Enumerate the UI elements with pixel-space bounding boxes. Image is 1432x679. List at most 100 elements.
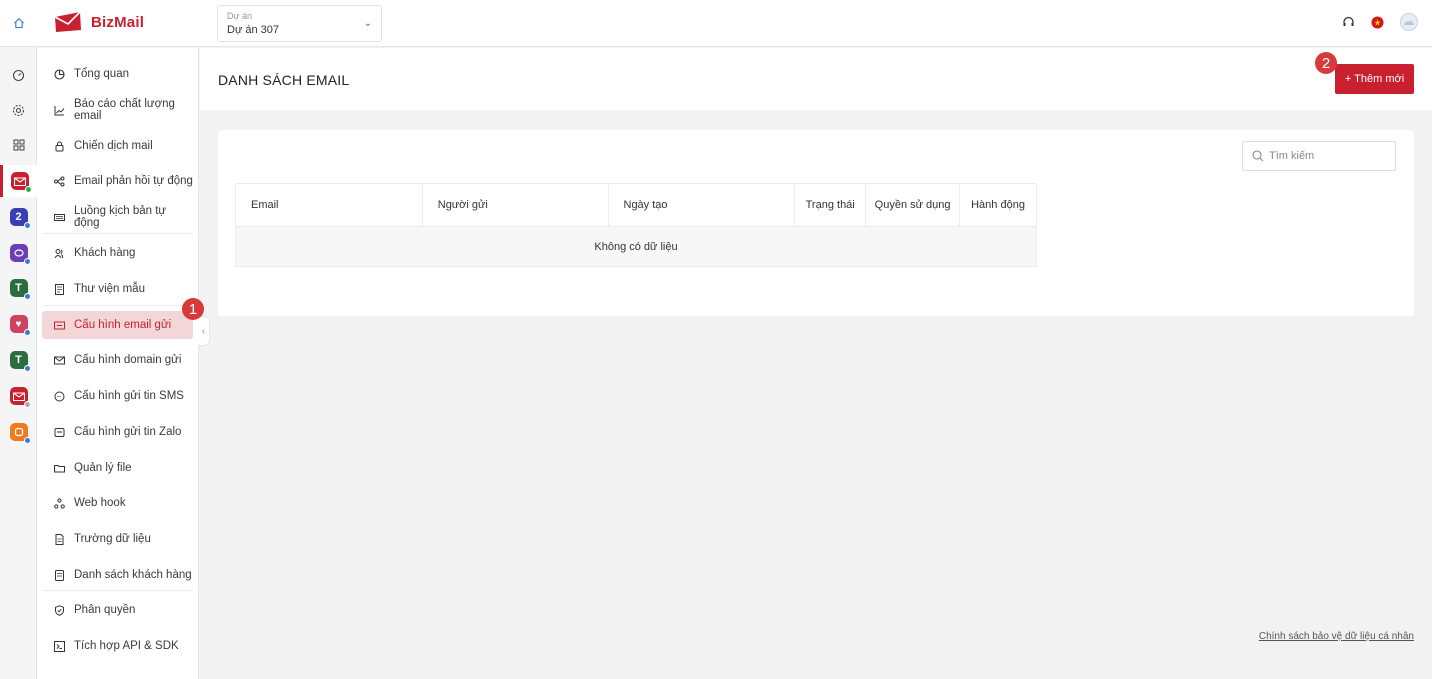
- sidebar-item-data-fields[interactable]: Trường dữ liệu: [42, 525, 193, 553]
- sidebar-item-label: Báo cáo chất lượng email: [74, 98, 175, 122]
- project-select[interactable]: Dự án Dự án 307 ⌄: [217, 5, 382, 42]
- sidebar-item-auto-scenario[interactable]: Luồng kịch bản tự động: [42, 203, 193, 231]
- rail-app-2[interactable]: 2: [0, 201, 37, 233]
- rail-apps[interactable]: [0, 129, 37, 161]
- sidebar-item-label: Trường dữ liệu: [74, 533, 151, 545]
- sidebar-item-file-manager[interactable]: Quản lý file: [42, 454, 193, 482]
- sidebar-item-overview[interactable]: Tổng quan: [42, 60, 193, 88]
- logo-text-biz: Biz: [91, 13, 115, 31]
- column-header-sender[interactable]: Người gửi: [422, 183, 609, 227]
- rail-app-7[interactable]: [0, 380, 37, 412]
- home-button[interactable]: [0, 0, 37, 47]
- apps-grid-icon: [13, 139, 24, 151]
- sidebar-item-webhook[interactable]: Web hook: [42, 489, 193, 517]
- flow-icon: [53, 175, 65, 187]
- user-avatar-icon[interactable]: [1400, 13, 1418, 34]
- email-table: Email Người gửi Ngày tạo Trạng thái Quyề…: [235, 183, 1037, 267]
- column-header-email[interactable]: Email: [235, 183, 423, 227]
- field-icon: [53, 533, 65, 545]
- dashboard-icon: [12, 69, 25, 81]
- project-select-value: Dự án 307: [227, 24, 280, 36]
- step-badge-1: 1: [182, 298, 204, 320]
- sidebar-collapse-toggle[interactable]: ‹: [198, 316, 210, 346]
- rail-settings[interactable]: [0, 94, 37, 126]
- sidebar: Tổng quan Báo cáo chất lượng email Chiến…: [37, 48, 199, 679]
- app-7-icon: [9, 387, 31, 408]
- search-input[interactable]: [1269, 150, 1389, 162]
- table-row-empty: Không có dữ liệu: [235, 226, 1037, 267]
- envelope-icon: [53, 354, 65, 366]
- column-header-actions[interactable]: Hành động: [959, 183, 1037, 227]
- keyboard-icon: [53, 211, 65, 223]
- top-header: BizMail Dự án Dự án 307 ⌄: [37, 0, 1432, 47]
- sidebar-divider: [42, 233, 193, 234]
- sidebar-item-label: Tổng quan: [74, 68, 129, 80]
- sidebar-item-label: Cấu hình gửi tin SMS: [74, 390, 184, 402]
- search-icon: [1252, 150, 1264, 162]
- sidebar-item-label: Cấu hình email gửi: [74, 319, 172, 331]
- sidebar-item-label: Danh sách khách hàng: [74, 569, 192, 581]
- sidebar-item-sender-email-config[interactable]: Cấu hình email gửi: [42, 311, 193, 339]
- rail-app-5[interactable]: ♥: [0, 308, 37, 340]
- page-title: DANH SÁCH EMAIL: [218, 72, 350, 88]
- list-icon: [53, 569, 65, 581]
- sidebar-item-mail-campaign[interactable]: Chiến dịch mail: [42, 132, 193, 160]
- app-4-icon: T: [9, 279, 31, 300]
- sidebar-item-permissions[interactable]: Phân quyền: [42, 596, 193, 624]
- template-icon: [53, 283, 65, 295]
- sidebar-item-label: Tích hợp API & SDK: [74, 640, 179, 652]
- sidebar-item-label: Cấu hình gửi tin Zalo: [74, 426, 182, 438]
- chat-icon: [53, 390, 65, 402]
- shield-icon: [53, 604, 65, 616]
- zalo-icon: [53, 426, 65, 438]
- sidebar-item-zalo-config[interactable]: Cấu hình gửi tin Zalo: [42, 418, 193, 446]
- webhook-icon: [53, 497, 65, 509]
- bizmail-logo-icon: [54, 11, 81, 32]
- rail-app-4[interactable]: T: [0, 272, 37, 304]
- sidebar-divider: [42, 305, 193, 306]
- sidebar-item-customers[interactable]: Khách hàng: [42, 239, 193, 267]
- step-badge-2: 2: [1315, 52, 1337, 74]
- sidebar-item-label: Phân quyền: [74, 604, 136, 616]
- headset-icon[interactable]: [1342, 16, 1355, 32]
- table-header-row: Email Người gửi Ngày tạo Trạng thái Quyề…: [235, 183, 1037, 227]
- vietnam-flag-icon[interactable]: [1371, 16, 1384, 32]
- chevron-down-icon: ⌄: [363, 18, 372, 29]
- sidebar-item-auto-reply[interactable]: Email phản hồi tự động: [42, 167, 193, 195]
- sidebar-item-email-quality-report[interactable]: Báo cáo chất lượng email: [42, 96, 193, 124]
- search-box[interactable]: [1242, 141, 1396, 171]
- sidebar-item-label: Web hook: [74, 497, 126, 509]
- rail-app-8[interactable]: [0, 416, 37, 448]
- mail-config-icon: [53, 319, 65, 331]
- rail-dashboard[interactable]: [0, 59, 37, 91]
- column-header-usage-rights[interactable]: Quyền sử dụng: [865, 183, 961, 227]
- sidebar-item-label: Luồng kịch bản tự động: [74, 205, 167, 229]
- pie-chart-icon: [53, 68, 65, 80]
- sidebar-item-sender-domain-config[interactable]: Cấu hình domain gửi: [42, 346, 193, 374]
- sidebar-item-customer-list[interactable]: Danh sách khách hàng: [42, 561, 193, 589]
- email-list-card: Email Người gửi Ngày tạo Trạng thái Quyề…: [218, 130, 1414, 316]
- app-logo[interactable]: BizMail: [53, 11, 144, 33]
- chevron-left-icon: ‹: [201, 325, 206, 337]
- rail-app-6[interactable]: T: [0, 344, 37, 376]
- sidebar-item-api-sdk[interactable]: Tích hợp API & SDK: [42, 632, 193, 660]
- sidebar-item-label: Cấu hình domain gửi: [74, 354, 182, 366]
- sidebar-item-sms-config[interactable]: Cấu hình gửi tin SMS: [42, 382, 193, 410]
- bizmail-app-icon: [11, 172, 32, 193]
- rail-app-bizmail[interactable]: [0, 165, 37, 197]
- project-select-label: Dự án: [227, 11, 253, 21]
- column-header-status[interactable]: Trạng thái: [794, 183, 867, 227]
- sidebar-divider: [42, 590, 193, 591]
- app-5-icon: ♥: [9, 315, 31, 336]
- sidebar-item-template-library[interactable]: Thư viện mẫu: [42, 275, 193, 303]
- sidebar-item-label: Quản lý file: [74, 462, 132, 474]
- column-header-created-date[interactable]: Ngày tạo: [608, 183, 796, 227]
- folder-icon: [53, 462, 65, 474]
- app-2-icon: 2: [9, 208, 31, 229]
- add-new-button[interactable]: + Thêm mới: [1335, 64, 1414, 94]
- privacy-policy-link[interactable]: Chính sách bảo vệ dữ liệu cá nhân: [1259, 631, 1414, 642]
- sidebar-item-label: Email phản hồi tự động: [74, 175, 193, 187]
- line-chart-icon: [53, 104, 65, 116]
- rail-app-3[interactable]: [0, 237, 37, 269]
- sidebar-item-label: Thư viện mẫu: [74, 283, 145, 295]
